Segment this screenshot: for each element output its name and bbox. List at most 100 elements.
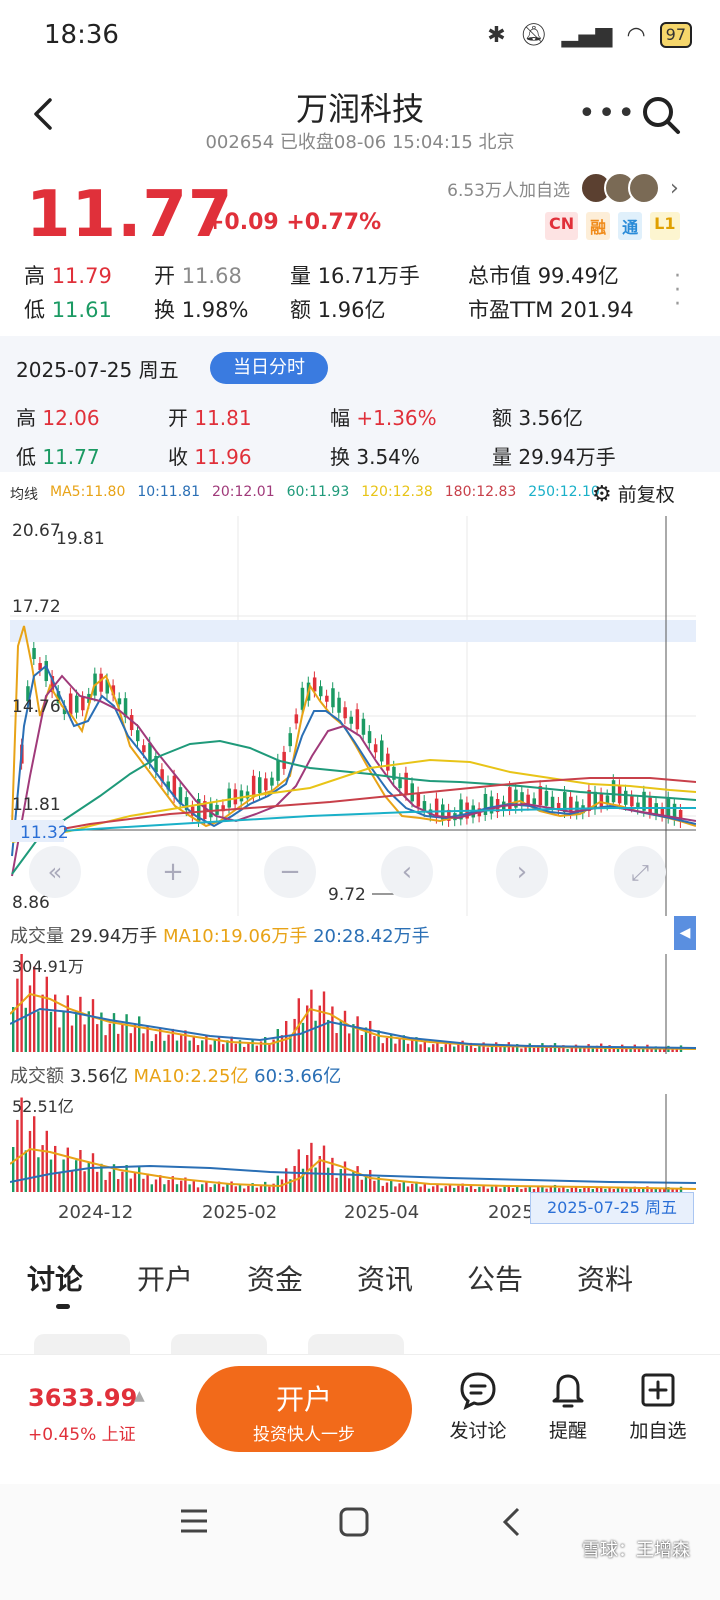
- filter-pill[interactable]: [34, 1334, 130, 1354]
- volume-bar: [516, 1186, 519, 1192]
- tab-discussion[interactable]: 讨论: [0, 1258, 110, 1298]
- tab-funds[interactable]: 资金: [220, 1258, 330, 1298]
- volume-bar: [385, 1037, 389, 1052]
- candle-body: [264, 778, 268, 791]
- volume-bar: [453, 1187, 456, 1192]
- adjust-setting[interactable]: ⚙ 前复权: [592, 480, 675, 507]
- volume-bar: [138, 1166, 141, 1192]
- chevron-right-icon[interactable]: ›: [670, 176, 679, 201]
- expand-left-icon[interactable]: ◀: [674, 916, 696, 950]
- volume-bar: [486, 1047, 489, 1052]
- candle-body: [343, 707, 347, 719]
- bell-icon: [552, 1374, 584, 1408]
- candle-body: [282, 751, 286, 769]
- candle-body: [68, 693, 73, 715]
- tab-news[interactable]: 资讯: [330, 1258, 440, 1298]
- volume-bar: [327, 1167, 330, 1192]
- volume-bar: [356, 1166, 359, 1192]
- volume-bar: [444, 1044, 447, 1052]
- intraday-button[interactable]: 当日分时: [210, 352, 328, 384]
- volume-bar: [268, 1186, 271, 1192]
- volume-bar: [247, 1043, 250, 1052]
- nav-back-icon[interactable]: [500, 1506, 524, 1538]
- volume-bar: [142, 1178, 145, 1192]
- volume-bar: [411, 1040, 414, 1052]
- volume-bar: [33, 1116, 36, 1192]
- followers-count[interactable]: 6.53万人加自选: [447, 176, 570, 201]
- volume-bar: [154, 1034, 158, 1052]
- candle-body: [337, 697, 341, 713]
- volume-bar: [335, 1033, 338, 1052]
- volume-bar: [217, 1036, 221, 1052]
- chat-icon: [460, 1372, 496, 1410]
- volume-bar: [87, 1011, 90, 1052]
- zoom-out-icon: −: [279, 857, 301, 887]
- menu-icon[interactable]: [178, 1506, 210, 1536]
- zoom-in-icon: +: [162, 857, 184, 887]
- search-icon[interactable]: [640, 94, 682, 136]
- volume-bar: [201, 1184, 204, 1192]
- filter-pill[interactable]: [171, 1334, 268, 1354]
- kline-chart[interactable]: 20.67 19.81 17.72 14.76 11.81 11.32 8.86…: [10, 516, 696, 916]
- candle-body: [294, 714, 299, 724]
- volume-bar: [104, 1179, 107, 1192]
- volume-bar: [184, 1030, 187, 1052]
- add-watchlist-button[interactable]: 加自选: [618, 1370, 698, 1443]
- volume-bar: [188, 1040, 191, 1052]
- post-discussion-button[interactable]: 发讨论: [438, 1370, 518, 1443]
- volume-bar: [163, 1040, 166, 1052]
- index-value[interactable]: 3633.99: [28, 1384, 137, 1412]
- volume-bar: [45, 1130, 48, 1192]
- volume-bar: [62, 1159, 65, 1192]
- volume-bar: [205, 1181, 208, 1192]
- volume-bar: [62, 1010, 65, 1052]
- tab-open-account[interactable]: 开户: [110, 1258, 220, 1298]
- candle-body: [75, 695, 79, 713]
- volume-bar: [545, 1047, 548, 1052]
- volume-bar: [436, 1184, 439, 1192]
- alert-button[interactable]: 提醒: [528, 1370, 608, 1443]
- volume-bar: [373, 1180, 376, 1192]
- candle-body: [355, 709, 360, 730]
- home-icon[interactable]: [338, 1506, 370, 1538]
- volume-bar: [398, 1039, 401, 1052]
- volume-bar: [465, 1187, 468, 1192]
- volume-bar: [499, 1188, 502, 1192]
- volume-bar: [440, 1188, 443, 1192]
- volume-bar: [394, 1043, 397, 1052]
- ma-item: 180:12.83: [444, 484, 517, 500]
- volume-bar: [440, 1046, 443, 1052]
- more-vertical-icon[interactable]: · · ·: [674, 266, 681, 316]
- x-label: 2024-12: [58, 1202, 134, 1223]
- day-volume: 量 29.94万手: [492, 445, 616, 469]
- candle-body: [319, 686, 323, 697]
- volume-bar: [83, 1024, 86, 1052]
- volume-bar: [427, 1188, 431, 1192]
- volume-bar: [511, 1046, 515, 1052]
- volume-bar: [133, 1172, 137, 1192]
- candle-body: [325, 695, 329, 702]
- volume-bar: [163, 1184, 166, 1192]
- volume-bar: [117, 1179, 120, 1192]
- more-icon[interactable]: •••: [578, 96, 637, 131]
- bluetooth-icon: ✱: [487, 22, 506, 48]
- x-label: 2025-04: [344, 1202, 420, 1223]
- volume-bar: [411, 1183, 414, 1192]
- open-account-button[interactable]: 开户 投资快人一步: [196, 1366, 412, 1452]
- volume-bar: [327, 1019, 330, 1052]
- volume-bar: [146, 1173, 149, 1192]
- volume-bar: [70, 1025, 74, 1052]
- filter-pill[interactable]: [308, 1334, 405, 1354]
- status-time: 18:36: [44, 20, 119, 50]
- volume-bar: [41, 1145, 44, 1192]
- tab-announcements[interactable]: 公告: [440, 1258, 550, 1298]
- stock-tags: CN 融 通 L1: [545, 212, 680, 240]
- volume-bar: [423, 1184, 426, 1192]
- candle-body: [233, 789, 238, 805]
- volume-bar: [457, 1185, 460, 1192]
- candle-body: [532, 798, 536, 805]
- index-change[interactable]: +0.45% 上证: [28, 1420, 136, 1445]
- candle-body: [611, 780, 616, 803]
- follower-avatars[interactable]: [580, 172, 660, 204]
- tab-profile[interactable]: 资料: [550, 1258, 660, 1298]
